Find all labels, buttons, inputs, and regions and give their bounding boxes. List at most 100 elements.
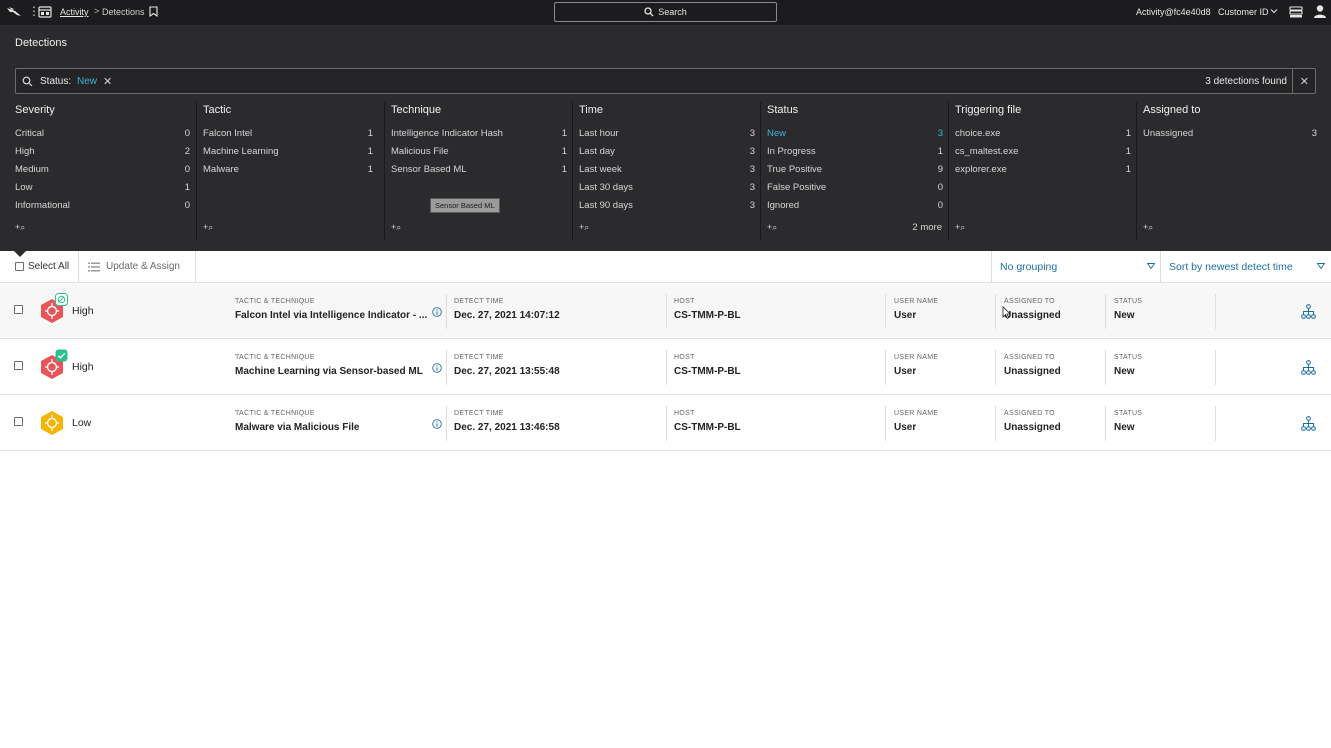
facet-row-malicious-file[interactable]: Malicious File 1 bbox=[391, 144, 573, 162]
filter-chip-value[interactable]: New bbox=[77, 76, 97, 87]
grouping-select[interactable]: No grouping bbox=[991, 251, 1161, 282]
host-value[interactable]: CS-TMM-P-BL bbox=[674, 366, 741, 377]
facet-count: 3 bbox=[937, 128, 943, 139]
user-account[interactable]: Activity@fc4e40d8 bbox=[1136, 7, 1211, 17]
facet-label: Machine Learning bbox=[203, 146, 279, 157]
facet-row-ignored[interactable]: Ignored 0 bbox=[767, 198, 949, 216]
add-search-icon[interactable]: +⌕ bbox=[955, 222, 965, 233]
facet-row-explorer-exe[interactable]: explorer.exe 1 bbox=[955, 162, 1137, 180]
tactic-value[interactable]: Malware via Malicious File bbox=[235, 422, 430, 433]
add-search-icon[interactable]: +⌕ bbox=[15, 222, 25, 233]
list-icon bbox=[88, 262, 100, 271]
tactic-value[interactable]: Machine Learning via Sensor-based ML bbox=[235, 366, 430, 377]
add-search-icon[interactable]: +⌕ bbox=[203, 222, 213, 233]
filter-panel: Detections Status: New ✕ 3 detections fo… bbox=[0, 25, 1331, 251]
info-icon[interactable] bbox=[432, 363, 442, 373]
process-tree-icon[interactable] bbox=[1301, 416, 1316, 431]
facet-title: Triggering file bbox=[955, 104, 1022, 116]
notifications-menu-icon[interactable] bbox=[1289, 5, 1303, 19]
facet-row-machine-learning[interactable]: Machine Learning 1 bbox=[203, 144, 379, 162]
facet-row-last-week[interactable]: Last week 3 bbox=[579, 162, 761, 180]
facet-row-falcon-intel[interactable]: Falcon Intel 1 bbox=[203, 126, 379, 144]
status-value[interactable]: New bbox=[1114, 310, 1135, 321]
facet-columns: Severity Critical 0 High 2 Medium 0 Low 1 In… bbox=[0, 102, 1331, 242]
column-divider bbox=[1215, 350, 1216, 385]
host-label: HOST bbox=[674, 298, 695, 305]
clear-filters-icon[interactable]: ✕ bbox=[1300, 75, 1309, 88]
column-divider bbox=[885, 350, 886, 385]
facet-row-in-progress[interactable]: In Progress 1 bbox=[767, 144, 949, 162]
process-tree-icon[interactable] bbox=[1301, 360, 1316, 375]
row-checkbox[interactable] bbox=[14, 305, 23, 314]
chevron-down-icon[interactable] bbox=[1270, 7, 1278, 15]
facet-row-informational[interactable]: Informational 0 bbox=[15, 198, 196, 216]
facet-row-sensor-based-ml[interactable]: Sensor Based ML 1 bbox=[391, 162, 573, 180]
update-assign-label: Update & Assign bbox=[106, 261, 180, 272]
facet-row-last-30-days[interactable]: Last 30 days 3 bbox=[579, 180, 761, 198]
detect-time-value: Dec. 27, 2021 14:07:12 bbox=[454, 310, 560, 321]
facet-row-low[interactable]: Low 1 bbox=[15, 180, 196, 198]
checkmark-badge-icon bbox=[55, 349, 68, 362]
checkbox[interactable] bbox=[15, 262, 24, 271]
sort-select[interactable]: Sort by newest detect time bbox=[1162, 251, 1331, 282]
column-divider bbox=[446, 350, 447, 385]
facet-row-high[interactable]: High 2 bbox=[15, 144, 196, 162]
detect-time-label: DETECT TIME bbox=[454, 298, 504, 305]
facet-technique: Technique Intelligence Indicator Hash 1 M… bbox=[384, 102, 572, 240]
assigned-to-value[interactable]: Unassigned bbox=[1004, 422, 1061, 433]
facet-row-last-day[interactable]: Last day 3 bbox=[579, 144, 761, 162]
severity-label: High bbox=[72, 305, 94, 317]
add-search-icon[interactable]: +⌕ bbox=[579, 222, 589, 233]
intel-shield-badge-icon bbox=[55, 293, 68, 306]
row-checkbox[interactable] bbox=[14, 417, 23, 426]
column-divider bbox=[446, 406, 447, 441]
falcon-logo-icon[interactable] bbox=[6, 6, 22, 18]
mouse-cursor-icon bbox=[1002, 306, 1011, 319]
breadcrumb-activity-link[interactable]: Activity bbox=[60, 7, 89, 17]
add-search-icon[interactable]: +⌕ bbox=[1143, 222, 1153, 233]
status-more-link[interactable]: 2 more bbox=[912, 222, 942, 233]
facet-row-critical[interactable]: Critical 0 bbox=[15, 126, 196, 144]
facet-count: 1 bbox=[561, 146, 567, 157]
assigned-to-value[interactable]: Unassigned bbox=[1004, 366, 1061, 377]
bookmark-icon[interactable] bbox=[149, 6, 158, 17]
facet-row-new[interactable]: New 3 bbox=[767, 126, 949, 144]
host-value[interactable]: CS-TMM-P-BL bbox=[674, 310, 741, 321]
tactic-value[interactable]: Falcon Intel via Intelligence Indicator … bbox=[235, 310, 430, 321]
facet-row-cs-maltest-exe[interactable]: cs_maltest.exe 1 bbox=[955, 144, 1137, 162]
row-checkbox[interactable] bbox=[14, 361, 23, 370]
user-profile-icon[interactable] bbox=[1313, 4, 1327, 19]
facet-row-intelligence-indicator-hash[interactable]: Intelligence Indicator Hash 1 bbox=[391, 126, 573, 144]
customer-selector[interactable]: Customer ID bbox=[1218, 7, 1269, 17]
facet-label: Malware bbox=[203, 164, 239, 175]
detection-row[interactable]: Low TACTIC & TECHNIQUE Malware via Malic… bbox=[0, 395, 1331, 451]
host-value[interactable]: CS-TMM-P-BL bbox=[674, 422, 741, 433]
add-search-icon[interactable]: +⌕ bbox=[391, 222, 401, 233]
facet-row-false-positive[interactable]: False Positive 0 bbox=[767, 180, 949, 198]
select-all-checkbox[interactable]: Select All bbox=[15, 261, 69, 272]
detection-row[interactable]: High TACTIC & TECHNIQUE Machine Learning… bbox=[0, 339, 1331, 395]
update-assign-button[interactable]: Update & Assign bbox=[88, 261, 180, 272]
activity-app-icon[interactable] bbox=[38, 5, 52, 19]
facet-count: 1 bbox=[367, 164, 373, 175]
facet-row-malware[interactable]: Malware 1 bbox=[203, 162, 379, 180]
facet-row-true-positive[interactable]: True Positive 9 bbox=[767, 162, 949, 180]
status-value[interactable]: New bbox=[1114, 422, 1135, 433]
facet-row-medium[interactable]: Medium 0 bbox=[15, 162, 196, 180]
assigned-to-value[interactable]: Unassigned bbox=[1004, 310, 1061, 321]
facet-row-choice-exe[interactable]: choice.exe 1 bbox=[955, 126, 1137, 144]
filter-bar[interactable]: Status: New ✕ 3 detections found ✕ bbox=[15, 68, 1316, 94]
facet-row-unassigned[interactable]: Unassigned 3 bbox=[1143, 126, 1323, 144]
add-search-icon[interactable]: +⌕ bbox=[767, 222, 777, 233]
info-icon[interactable] bbox=[432, 419, 442, 429]
remove-filter-icon[interactable]: ✕ bbox=[103, 75, 112, 88]
user-name-value: User bbox=[894, 366, 917, 377]
info-icon[interactable] bbox=[432, 307, 442, 317]
status-value[interactable]: New bbox=[1114, 366, 1135, 377]
facet-row-last-hour[interactable]: Last hour 3 bbox=[579, 126, 761, 144]
global-search-button[interactable]: Search bbox=[554, 2, 777, 22]
process-tree-icon[interactable] bbox=[1301, 304, 1316, 319]
facet-count: 0 bbox=[937, 182, 943, 193]
facet-row-last-90-days[interactable]: Last 90 days 3 bbox=[579, 198, 761, 216]
detection-row[interactable]: High TACTIC & TECHNIQUE Falcon Intel via… bbox=[0, 283, 1331, 339]
